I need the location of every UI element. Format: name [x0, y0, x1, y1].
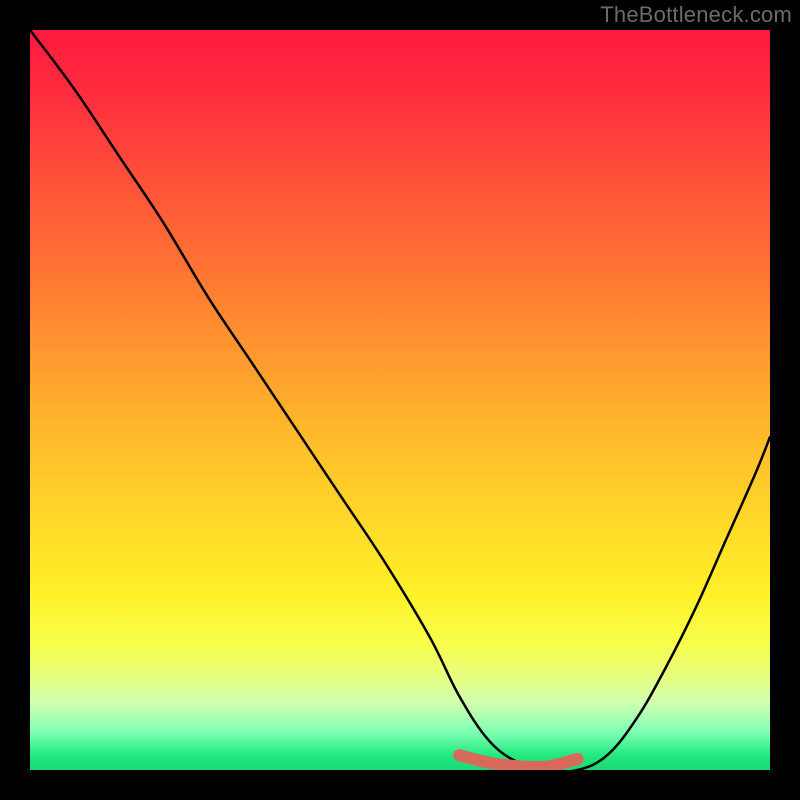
background-gradient — [30, 30, 770, 770]
chart-root: TheBottleneck.com — [0, 0, 800, 800]
watermark-text: TheBottleneck.com — [600, 2, 792, 28]
plot-area — [30, 30, 770, 770]
